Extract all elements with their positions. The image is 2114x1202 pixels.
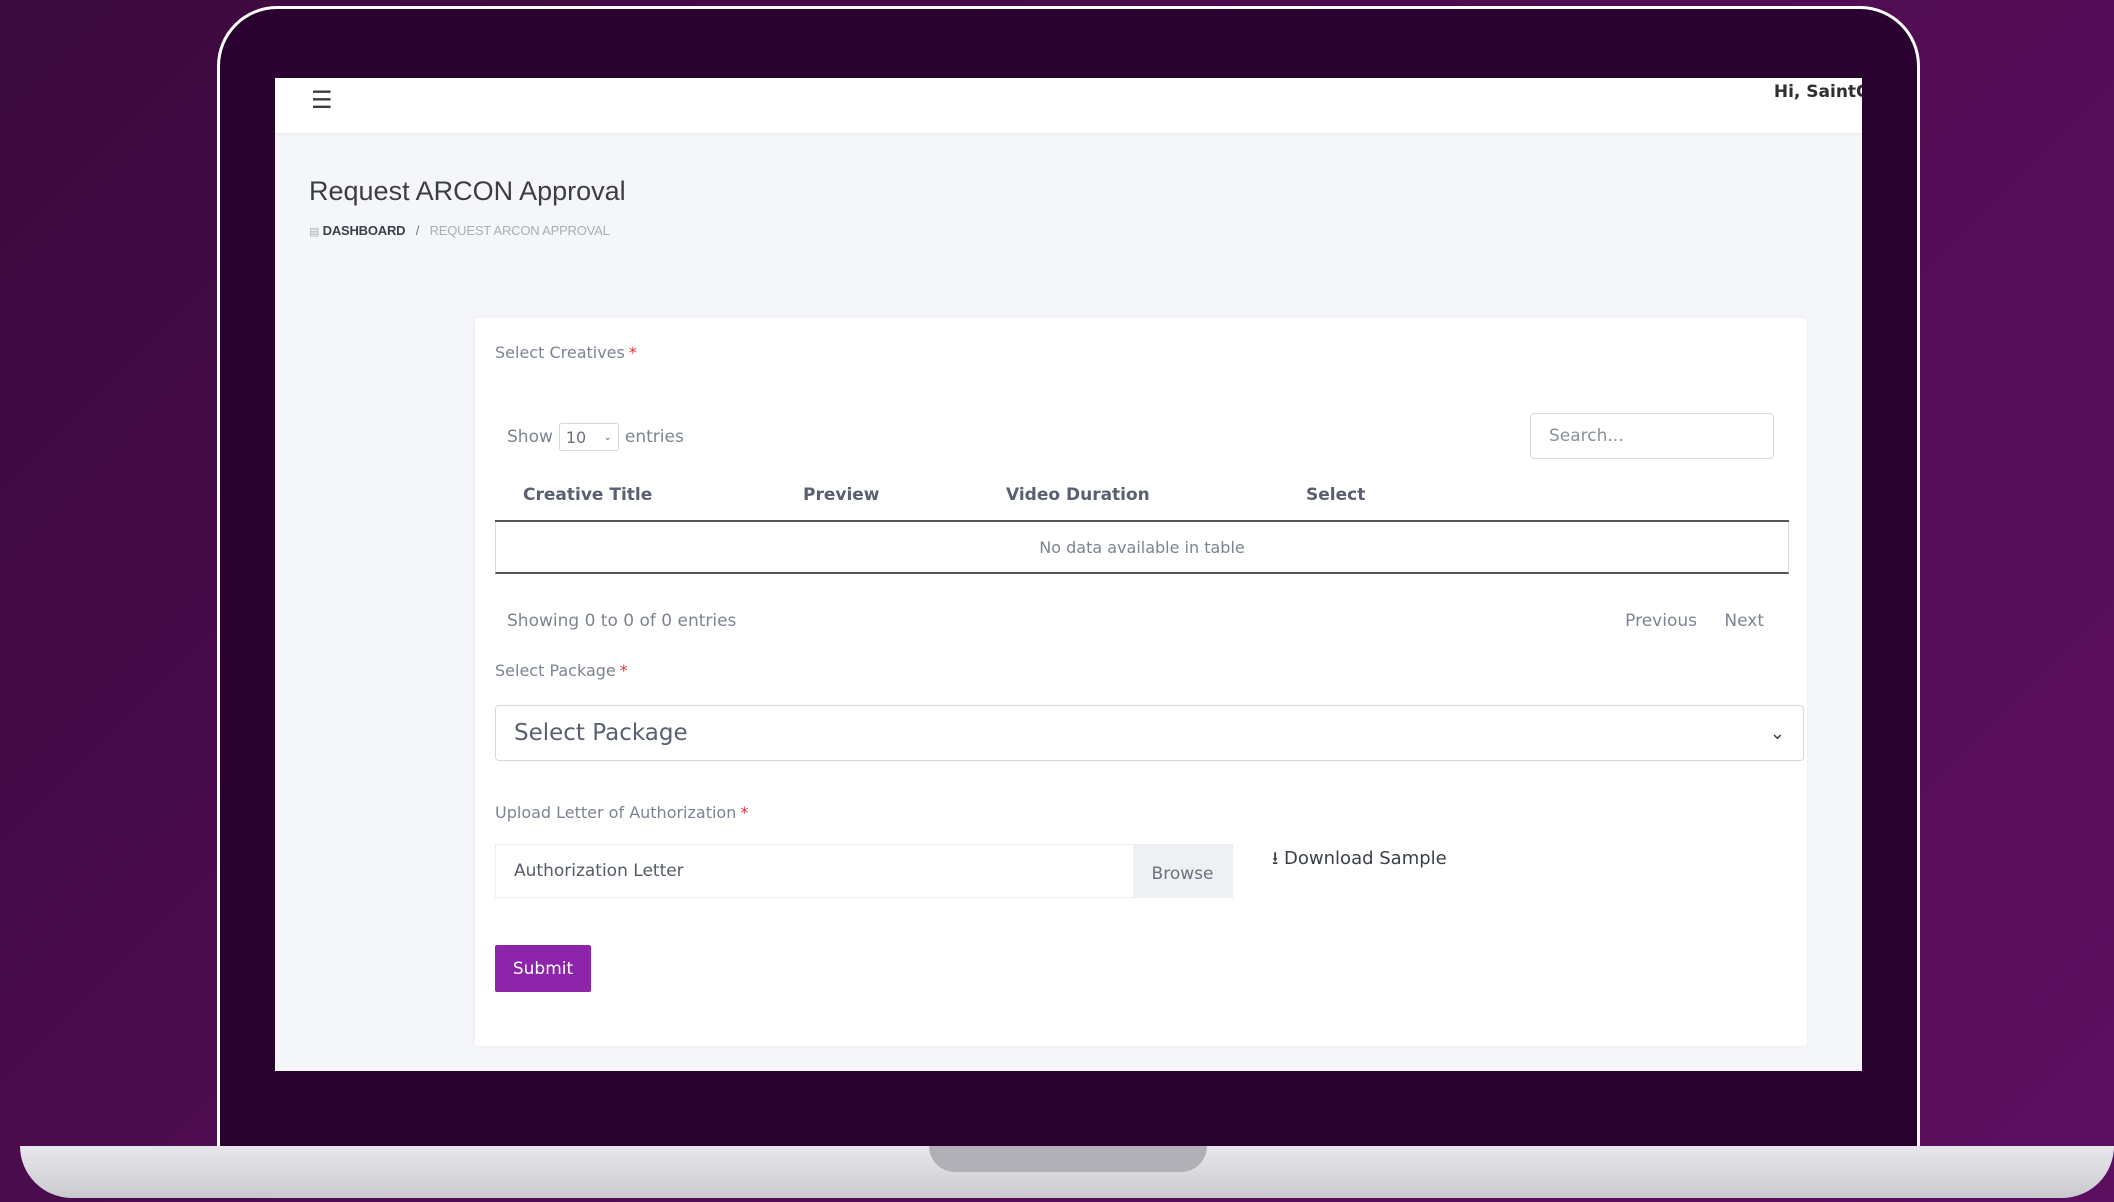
approval-form-card: Select Creatives* Show 10 ⌄ entries Crea… bbox=[475, 318, 1807, 1046]
package-select-value: Select Package bbox=[514, 720, 688, 746]
select-package-label: Select Package * bbox=[495, 661, 628, 680]
download-icon: ⭳ bbox=[1272, 848, 1279, 869]
table-header: Creative Title Preview Video Duration Se… bbox=[495, 470, 1789, 522]
dashboard-icon: ▤ bbox=[309, 226, 320, 238]
required-marker: * bbox=[619, 661, 628, 680]
breadcrumb-dashboard-link[interactable]: DASHBOARD bbox=[323, 223, 406, 238]
creatives-table: Creative Title Preview Video Duration Se… bbox=[495, 470, 1789, 574]
column-header-select[interactable]: Select bbox=[1278, 485, 1578, 505]
table-empty-row: No data available in table bbox=[495, 522, 1789, 574]
previous-page-button[interactable]: Previous bbox=[1625, 611, 1697, 631]
topbar: ☰ Hi, SaintG bbox=[275, 78, 1862, 133]
package-select[interactable]: Select Package ⌄ bbox=[495, 705, 1804, 761]
user-greeting[interactable]: Hi, SaintG bbox=[1774, 82, 1862, 102]
next-page-button[interactable]: Next bbox=[1724, 611, 1764, 631]
chevron-down-icon: ⌄ bbox=[603, 431, 612, 443]
pagination: Previous Next bbox=[1603, 611, 1764, 631]
page-length-control: Show 10 ⌄ entries bbox=[507, 423, 684, 451]
required-marker: * bbox=[628, 343, 637, 362]
breadcrumb: ▤ DASHBOARD / REQUEST ARCON APPROVAL bbox=[309, 223, 610, 238]
download-sample-link[interactable]: ⭳ Download Sample bbox=[1272, 846, 1447, 876]
column-header-creative-title[interactable]: Creative Title bbox=[495, 485, 775, 505]
chevron-down-icon: ⌄ bbox=[1769, 722, 1785, 744]
column-header-video-duration[interactable]: Video Duration bbox=[978, 485, 1278, 505]
laptop-notch bbox=[929, 1146, 1207, 1172]
file-input-placeholder: Authorization Letter bbox=[514, 861, 684, 881]
app-screen: ☰ Hi, SaintG Request ARCON Approval ▤ DA… bbox=[275, 78, 1862, 1071]
select-creatives-label: Select Creatives * bbox=[495, 343, 637, 362]
table-info: Showing 0 to 0 of 0 entries bbox=[507, 611, 737, 631]
column-header-preview[interactable]: Preview bbox=[775, 485, 978, 505]
breadcrumb-separator: / bbox=[415, 223, 420, 238]
hamburger-menu-icon[interactable]: ☰ bbox=[311, 86, 333, 114]
submit-button[interactable]: Submit bbox=[495, 945, 591, 992]
show-prefix: Show bbox=[507, 427, 553, 447]
table-search-input[interactable] bbox=[1530, 413, 1774, 459]
required-marker: * bbox=[740, 803, 749, 822]
authorization-file-input[interactable]: Authorization Letter Browse bbox=[495, 844, 1233, 898]
download-sample-label: Download Sample bbox=[1284, 848, 1447, 869]
breadcrumb-current: REQUEST ARCON APPROVAL bbox=[429, 223, 610, 238]
upload-authorization-label: Upload Letter of Authorization * bbox=[495, 803, 749, 822]
page-length-value: 10 bbox=[565, 427, 587, 447]
page-length-select[interactable]: 10 ⌄ bbox=[558, 423, 619, 451]
browse-button[interactable]: Browse bbox=[1133, 845, 1232, 897]
show-suffix: entries bbox=[624, 427, 684, 447]
page-title: Request ARCON Approval bbox=[309, 176, 626, 206]
